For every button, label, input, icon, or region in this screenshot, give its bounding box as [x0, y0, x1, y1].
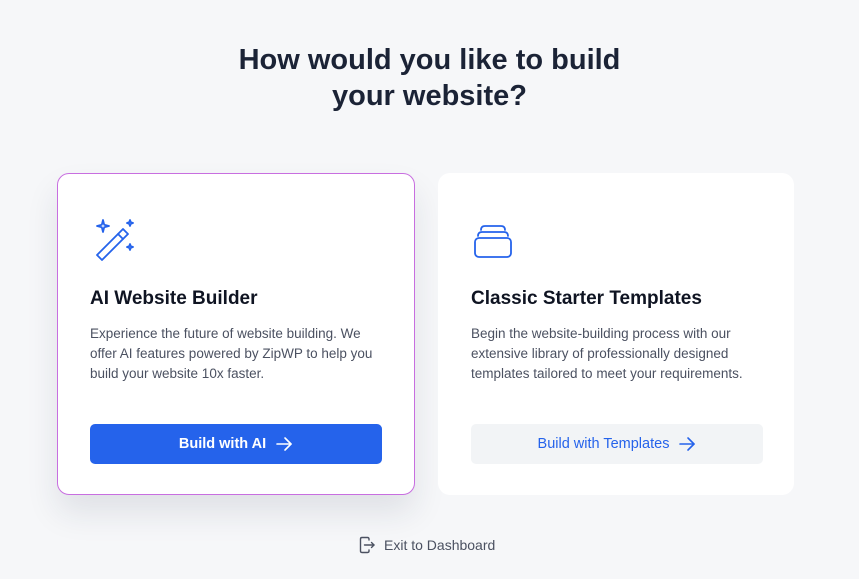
arrow-right-icon — [276, 437, 292, 451]
button-label: Build with AI — [178, 436, 267, 452]
template-stack-icon — [474, 225, 512, 258]
page-title-line-1: How would you like to build — [238, 44, 621, 76]
magic-wand-icon — [96, 219, 134, 261]
page-title: How would you like to build your website… — [0, 42, 859, 114]
card-description: Begin the website-building process with … — [471, 326, 743, 381]
page-title-line-2: your website? — [332, 80, 527, 112]
classic-starter-templates-card[interactable]: Classic Starter Templates Begin the webs… — [438, 173, 794, 495]
button-label: Build with Templates — [537, 436, 670, 452]
exit-label: Exit to Dashboard — [384, 537, 496, 553]
build-with-ai-button[interactable]: Build with AI — [90, 424, 382, 464]
build-with-templates-button[interactable]: Build with Templates — [471, 424, 763, 464]
onboarding-page: How would you like to build your website… — [0, 0, 859, 579]
ai-website-builder-card[interactable]: AI Website Builder Experience the future… — [57, 173, 415, 495]
exit-to-dashboard-link[interactable]: Exit to Dashboard — [358, 536, 495, 554]
card-description: Experience the future of website buildin… — [90, 326, 373, 381]
arrow-right-icon — [679, 437, 696, 451]
card-title: Classic Starter Templates — [471, 288, 702, 309]
exit-door-icon — [359, 536, 375, 554]
card-title: AI Website Builder — [90, 288, 258, 309]
